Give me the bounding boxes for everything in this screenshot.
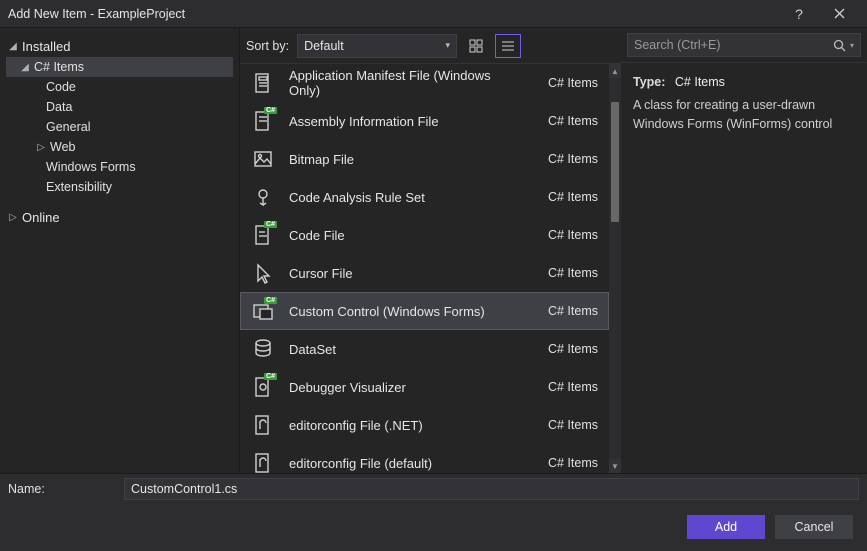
scroll-up-button[interactable]: ▲ bbox=[609, 64, 621, 78]
debugvis-icon: C# bbox=[249, 373, 277, 401]
template-item[interactable]: editorconfig File (.NET) C# Items bbox=[240, 406, 609, 444]
scrollbar-vertical[interactable]: ▲ ▼ bbox=[609, 64, 621, 473]
name-bar: Name: bbox=[0, 473, 867, 503]
cursor-icon bbox=[249, 259, 277, 287]
template-item-label: Assembly Information File bbox=[289, 114, 520, 129]
details-column: ▾ Type: C# Items A class for creating a … bbox=[621, 28, 867, 473]
tree-csharp-label: C# Items bbox=[34, 60, 84, 74]
list-toolbar: Sort by: Default ▾ bbox=[240, 28, 621, 64]
chevron-right-icon: ▷ bbox=[36, 142, 46, 153]
template-item-label: Application Manifest File (Windows Only) bbox=[289, 68, 520, 98]
template-item-label: Bitmap File bbox=[289, 152, 520, 167]
search-dropdown-icon[interactable]: ▾ bbox=[850, 41, 854, 50]
template-list: Application Manifest File (Windows Only)… bbox=[240, 64, 621, 473]
template-item[interactable]: C# Custom Control (Windows Forms) C# Item… bbox=[240, 292, 609, 330]
template-list-column: Sort by: Default ▾ Application Man bbox=[240, 28, 621, 473]
content-area: ◢ Installed ◢ C# Items Code Data General… bbox=[0, 28, 867, 473]
editorconfig-icon bbox=[249, 411, 277, 439]
editorconfig-icon bbox=[249, 449, 277, 473]
dataset-icon bbox=[249, 335, 277, 363]
template-item[interactable]: Bitmap File C# Items bbox=[240, 140, 609, 178]
template-item-category: C# Items bbox=[532, 266, 598, 280]
sort-by-label: Sort by: bbox=[246, 39, 289, 53]
template-item[interactable]: Application Manifest File (Windows Only)… bbox=[240, 64, 609, 102]
template-item-label: DataSet bbox=[289, 342, 520, 357]
details-type-label: Type: bbox=[633, 75, 665, 89]
template-item[interactable]: editorconfig File (default) C# Items bbox=[240, 444, 609, 473]
name-label: Name: bbox=[8, 482, 112, 496]
template-details: Type: C# Items A class for creating a us… bbox=[621, 63, 867, 143]
tree-online[interactable]: ▷ Online bbox=[6, 207, 233, 228]
tree-winforms[interactable]: Windows Forms bbox=[6, 157, 233, 177]
template-item-category: C# Items bbox=[532, 228, 598, 242]
tree-csharp-items[interactable]: ◢ C# Items bbox=[6, 57, 233, 77]
view-large-icons-button[interactable] bbox=[463, 34, 489, 58]
tree-general[interactable]: General bbox=[6, 117, 233, 137]
tree-data[interactable]: Data bbox=[6, 97, 233, 117]
template-item-label: Custom Control (Windows Forms) bbox=[289, 304, 520, 319]
details-description: A class for creating a user-drawn Window… bbox=[633, 96, 855, 134]
chevron-down-icon: ▾ bbox=[446, 40, 451, 51]
template-item[interactable]: C# Assembly Information File C# Items bbox=[240, 102, 609, 140]
tree-web[interactable]: ▷ Web bbox=[6, 137, 233, 157]
tree-code[interactable]: Code bbox=[6, 77, 233, 97]
list-icon bbox=[501, 39, 515, 53]
template-item-label: editorconfig File (.NET) bbox=[289, 418, 520, 433]
template-item-label: Cursor File bbox=[289, 266, 520, 281]
sort-by-value: Default bbox=[304, 39, 344, 53]
ruleset-icon bbox=[249, 183, 277, 211]
template-item[interactable]: Cursor File C# Items bbox=[240, 254, 609, 292]
cancel-button[interactable]: Cancel bbox=[775, 515, 853, 539]
template-item-category: C# Items bbox=[532, 418, 598, 432]
add-button[interactable]: Add bbox=[687, 515, 765, 539]
tree-installed[interactable]: ◢ Installed bbox=[6, 36, 233, 57]
template-item[interactable]: C# Debugger Visualizer C# Items bbox=[240, 368, 609, 406]
search-icon bbox=[833, 39, 846, 52]
bitmap-icon bbox=[249, 145, 277, 173]
manifest-icon bbox=[249, 69, 277, 97]
chevron-right-icon: ▷ bbox=[8, 212, 18, 223]
close-icon bbox=[834, 8, 845, 19]
template-item-category: C# Items bbox=[532, 380, 598, 394]
template-item-category: C# Items bbox=[532, 152, 598, 166]
template-item-label: Code Analysis Rule Set bbox=[289, 190, 520, 205]
template-item-label: Debugger Visualizer bbox=[289, 380, 520, 395]
name-input[interactable] bbox=[124, 478, 859, 500]
scroll-thumb[interactable] bbox=[611, 102, 619, 222]
footer: Add Cancel bbox=[0, 503, 867, 551]
search-box[interactable]: ▾ bbox=[627, 33, 861, 57]
template-item-category: C# Items bbox=[532, 114, 598, 128]
chevron-down-icon: ◢ bbox=[8, 41, 18, 52]
search-input[interactable] bbox=[634, 38, 833, 52]
template-item-category: C# Items bbox=[532, 342, 598, 356]
assembly-icon: C# bbox=[249, 107, 277, 135]
template-item-category: C# Items bbox=[532, 304, 598, 318]
sort-by-dropdown[interactable]: Default ▾ bbox=[297, 34, 457, 58]
category-tree: ◢ Installed ◢ C# Items Code Data General… bbox=[0, 28, 240, 473]
view-list-button[interactable] bbox=[495, 34, 521, 58]
scroll-track[interactable] bbox=[609, 78, 621, 459]
template-item-label: Code File bbox=[289, 228, 520, 243]
codefile-icon: C# bbox=[249, 221, 277, 249]
customcontrol-icon: C# bbox=[249, 297, 277, 325]
tree-installed-label: Installed bbox=[22, 39, 70, 54]
help-button[interactable]: ? bbox=[779, 0, 819, 28]
template-item-category: C# Items bbox=[532, 76, 598, 90]
tree-extensibility[interactable]: Extensibility bbox=[6, 177, 233, 197]
template-item-category: C# Items bbox=[532, 190, 598, 204]
template-item-category: C# Items bbox=[532, 456, 598, 470]
grid-icon bbox=[469, 39, 483, 53]
template-item[interactable]: DataSet C# Items bbox=[240, 330, 609, 368]
titlebar: Add New Item - ExampleProject ? bbox=[0, 0, 867, 28]
template-item[interactable]: Code Analysis Rule Set C# Items bbox=[240, 178, 609, 216]
tree-online-label: Online bbox=[22, 210, 60, 225]
details-type-value: C# Items bbox=[675, 75, 725, 89]
template-item-label: editorconfig File (default) bbox=[289, 456, 520, 471]
template-item[interactable]: C# Code File C# Items bbox=[240, 216, 609, 254]
close-button[interactable] bbox=[819, 0, 859, 28]
chevron-down-icon: ◢ bbox=[20, 62, 30, 73]
window-title: Add New Item - ExampleProject bbox=[8, 7, 779, 21]
scroll-down-button[interactable]: ▼ bbox=[609, 459, 621, 473]
